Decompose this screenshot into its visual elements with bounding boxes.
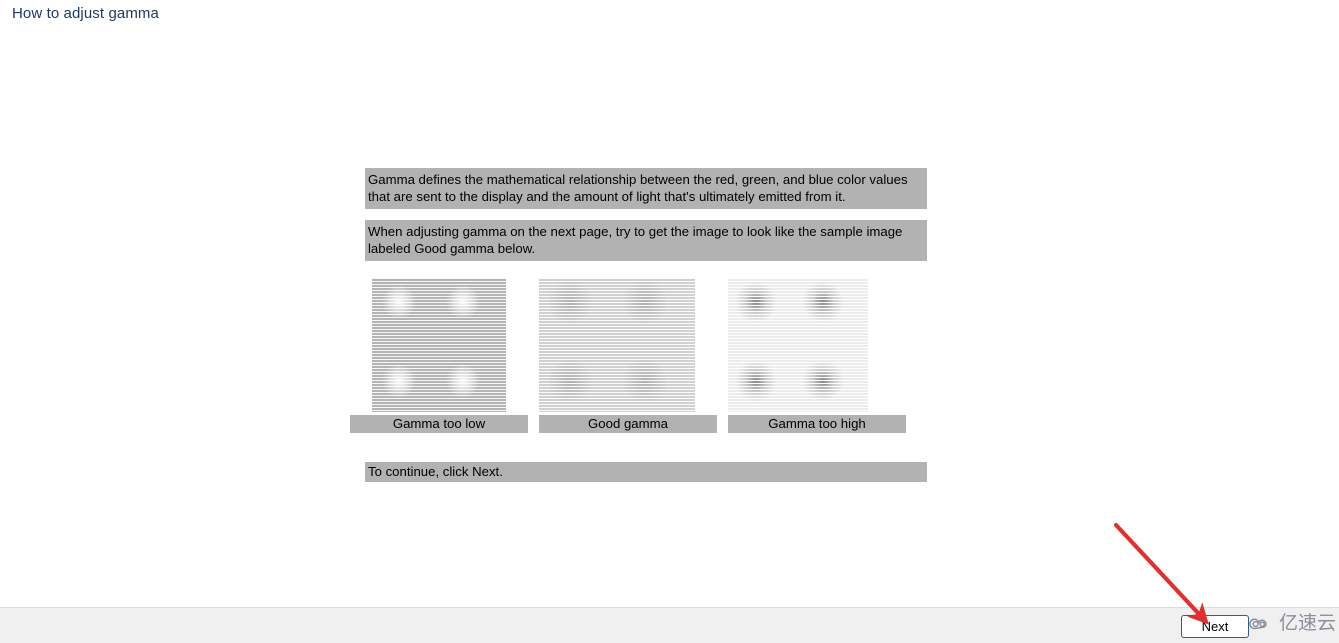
cloud-spiral-icon: [1249, 618, 1267, 630]
gamma-sample-good: Good gamma: [539, 278, 717, 434]
gamma-sample-image-too-high: [728, 278, 868, 412]
watermark-text: 亿速云: [1279, 611, 1337, 634]
gamma-sample-row: Gamma too low Good gamma Gamma too high: [350, 278, 930, 434]
intro-paragraph: Gamma defines the mathematical relations…: [365, 168, 927, 209]
gamma-sample-image-too-low: [372, 278, 506, 412]
watermark: 亿速云: [1249, 608, 1337, 638]
footer-bar: [0, 607, 1339, 643]
continue-note: To continue, click Next.: [365, 462, 927, 482]
gamma-scanlines-overlay: [372, 278, 506, 412]
wizard-text-body: Gamma defines the mathematical relations…: [365, 168, 927, 261]
gamma-sample-label-too-high: Gamma too high: [728, 415, 906, 433]
gamma-sample-image-good: [539, 278, 695, 412]
gamma-scanlines-overlay: [539, 278, 695, 412]
gamma-sample-too-high: Gamma too high: [728, 278, 906, 434]
page-title: How to adjust gamma: [12, 5, 159, 22]
gamma-sample-label-too-low: Gamma too low: [350, 415, 528, 433]
instruction-paragraph: When adjusting gamma on the next page, t…: [365, 220, 927, 261]
gamma-sample-too-low: Gamma too low: [350, 278, 528, 434]
next-button[interactable]: Next: [1181, 615, 1249, 638]
gamma-scanlines-overlay: [728, 278, 868, 412]
gamma-sample-label-good: Good gamma: [539, 415, 717, 433]
